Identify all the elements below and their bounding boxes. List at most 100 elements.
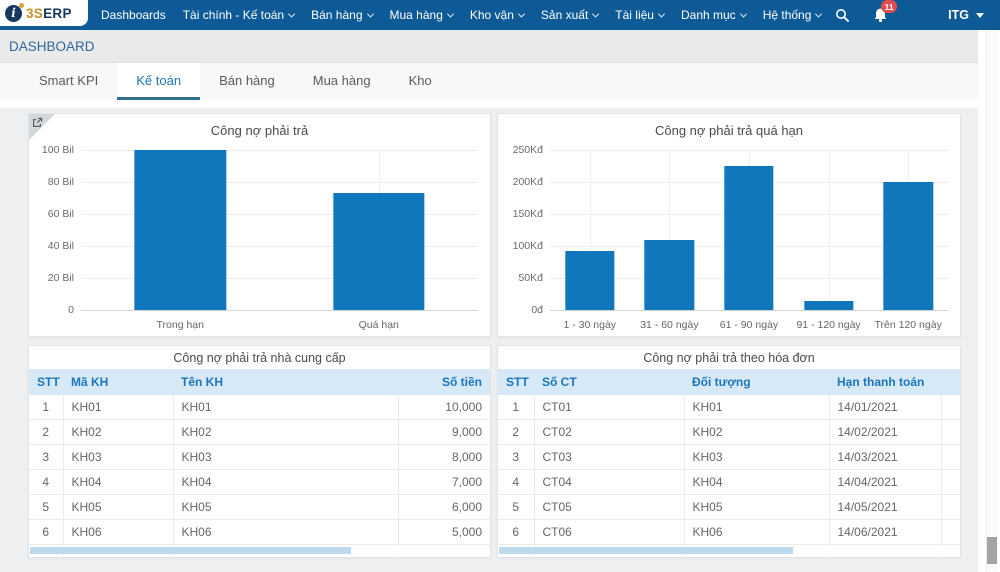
breadcrumb-bar: DASHBOARD (0, 30, 1000, 63)
table-row[interactable]: 1CT01KH0114/01/2021 (498, 395, 960, 420)
cell: 5,000 (398, 520, 490, 545)
table-row[interactable]: 4KH04KH047,000 (29, 470, 490, 495)
y-axis-tick-label: 100Kđ (513, 240, 543, 252)
column-header-doi-tuong[interactable]: Đối tượng (684, 369, 829, 395)
table-row[interactable]: 6KH06KH065,000 (29, 520, 490, 545)
table-row[interactable]: 2KH02KH029,000 (29, 420, 490, 445)
cell: 4 (29, 470, 63, 495)
nav-item-tai-lieu[interactable]: Tài liệu (615, 8, 664, 22)
chevron-down-icon (658, 10, 665, 17)
cell: 10,000 (398, 395, 490, 420)
table-row[interactable]: 3KH03KH038,000 (29, 445, 490, 470)
nav-item-kho-van[interactable]: Kho vận (470, 8, 524, 22)
cell: 2 (498, 420, 534, 445)
column-header-blank (941, 369, 960, 395)
table-card-nha-cung-cap: Công nợ phải trả nhà cung cấp STTMã KHTê… (28, 345, 491, 558)
column-header-ten-kh[interactable]: Tên KH (173, 369, 398, 395)
page-title: DASHBOARD (9, 39, 95, 54)
y-axis: 100 Bil80 Bil60 Bil40 Bil20 Bil0 (37, 150, 81, 310)
v-scrollbar-thumb[interactable] (987, 537, 997, 564)
cell: 1 (29, 395, 63, 420)
nav-menu: Dashboards Tài chính - Kế toán Bán hàng Mua… (101, 0, 821, 30)
cell: 9,000 (398, 420, 490, 445)
chart-body: 250Kđ200Kđ150Kđ100Kđ50Kđ0đ (506, 150, 948, 310)
apps-grid-icon[interactable] (911, 8, 925, 22)
column-header-han-thanh-toan[interactable]: Hạn thanh toán (829, 369, 941, 395)
nav-item-label: Sản xuất (541, 8, 588, 22)
h-scrollbar-track[interactable] (499, 547, 959, 554)
category-slot (709, 150, 789, 310)
table-header-row: STTSố CTĐối tượngHạn thanh toán (498, 369, 960, 395)
column-header-ma-kh[interactable]: Mã KH (63, 369, 173, 395)
column-header-stt[interactable]: STT (498, 369, 534, 395)
table-row[interactable]: 5CT05KH0514/05/2021 (498, 495, 960, 520)
cell: 14/04/2021 (829, 470, 941, 495)
bar-91-120-ngay[interactable] (804, 301, 853, 310)
nav-item-san-xuat[interactable]: Sản xuất (541, 8, 598, 22)
table-row[interactable]: 4CT04KH0414/04/2021 (498, 470, 960, 495)
chart-body: 100 Bil80 Bil60 Bil40 Bil20 Bil0 (37, 150, 478, 310)
nav-item-danh-muc[interactable]: Danh mục (681, 8, 746, 22)
cell: 6 (29, 520, 63, 545)
table-row[interactable]: 1KH01KH0110,000 (29, 395, 490, 420)
y-axis-tick-label: 250Kđ (513, 144, 543, 156)
chart-card-cong-no-phai-tra: Công nợ phải trả 100 Bil80 Bil60 Bil40 B… (28, 113, 491, 337)
bar-1-30-ngay[interactable] (565, 251, 614, 310)
h-scrollbar-track[interactable] (30, 547, 489, 554)
nav-item-dashboards[interactable]: Dashboards (101, 8, 166, 22)
nav-item-mua-hang[interactable]: Mua hàng (390, 8, 453, 22)
search-icon[interactable] (835, 8, 850, 23)
cell (941, 420, 960, 445)
cell: KH04 (684, 470, 829, 495)
category-slot (630, 150, 710, 310)
nav-item-ban-hang[interactable]: Bán hàng (311, 8, 372, 22)
cell: KH02 (173, 420, 398, 445)
table-row[interactable]: 5KH05KH056,000 (29, 495, 490, 520)
bar-61-90-ngay[interactable] (724, 166, 773, 310)
h-scrollbar-thumb[interactable] (499, 547, 793, 554)
cell: KH05 (63, 495, 173, 520)
top-navbar: i 3SERP Dashboards Tài chính - Kế toán Bán… (0, 0, 1000, 30)
table-row[interactable]: 2CT02KH0214/02/2021 (498, 420, 960, 445)
plot (550, 150, 948, 310)
logo-icon: i (5, 5, 22, 22)
table-title: Công nợ phải trả theo hóa đơn (498, 346, 960, 369)
cell (941, 395, 960, 420)
bar-qua-han[interactable] (333, 193, 424, 310)
bar-31-60-ngay[interactable] (645, 240, 694, 310)
cell: CT05 (534, 495, 684, 520)
nav-item-tai-chinh-ke-toan[interactable]: Tài chính - Kế toán (183, 8, 294, 22)
open-in-new-icon[interactable] (29, 114, 55, 140)
cell: KH02 (684, 420, 829, 445)
brand-3s: 3S (26, 6, 43, 21)
h-scrollbar-thumb[interactable] (30, 547, 351, 554)
cell: CT06 (534, 520, 684, 545)
nav-item-he-thong[interactable]: Hệ thống (763, 8, 822, 22)
user-menu[interactable]: ITG (948, 8, 984, 22)
cell: KH02 (63, 420, 173, 445)
bar-trong-han[interactable] (135, 150, 226, 310)
plot-area (81, 150, 478, 310)
tab-ban-hang[interactable]: Bán hàng (200, 63, 294, 100)
tab-ke-toan[interactable]: Kế toán (117, 63, 200, 100)
column-header-so-ct[interactable]: Số CT (534, 369, 684, 395)
table-row[interactable]: 6CT06KH0614/06/2021 (498, 520, 960, 545)
tab-smart-kpi[interactable]: Smart KPI (20, 63, 117, 100)
nav-item-label: Bán hàng (311, 8, 362, 22)
tab-mua-hang[interactable]: Mua hàng (294, 63, 390, 100)
chevron-down-icon (592, 10, 599, 17)
bar-tren-120-ngay[interactable] (884, 182, 933, 310)
cell: 7,000 (398, 470, 490, 495)
brand-logo[interactable]: i 3SERP (0, 0, 88, 26)
plot (81, 150, 478, 310)
nav-item-label: Hệ thống (763, 8, 812, 22)
cell: 14/06/2021 (829, 520, 941, 545)
x-axis-label: 61 - 90 ngày (709, 319, 789, 331)
column-header-so-tien[interactable]: Số tiền (398, 369, 490, 395)
v-scrollbar-track[interactable] (986, 30, 998, 572)
notifications-bell-icon[interactable]: 11 (873, 7, 888, 23)
table-row[interactable]: 3CT03KH0314/03/2021 (498, 445, 960, 470)
column-header-stt[interactable]: STT (29, 369, 63, 395)
tab-kho[interactable]: Kho (390, 63, 451, 100)
caret-down-icon (976, 13, 984, 18)
